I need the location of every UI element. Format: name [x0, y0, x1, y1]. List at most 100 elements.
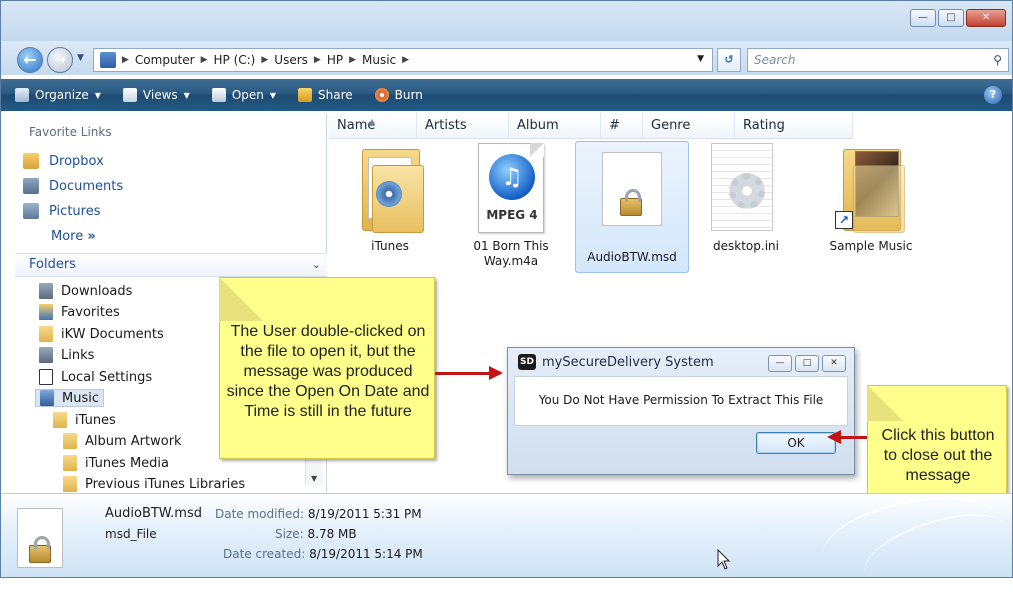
tree-item-local-settings[interactable]: Local Settings — [39, 369, 152, 385]
folders-header[interactable]: Folders ⌄ — [15, 253, 327, 277]
tree-item-itunes-media[interactable]: iTunes Media — [63, 455, 169, 471]
date-modified-label: Date modified: — [215, 507, 305, 521]
callout-right-text: Click this button to close out the messa… — [881, 427, 995, 484]
search-input[interactable]: Search ⚲ — [747, 48, 1009, 72]
dialog-maximize-button[interactable]: □ — [795, 355, 819, 372]
address-dropdown-icon[interactable]: ▼ — [697, 54, 704, 64]
ok-button-label: OK — [787, 436, 805, 450]
music-folder-icon — [40, 390, 54, 406]
column-header-album[interactable]: Album — [509, 113, 601, 139]
tree-item-downloads[interactable]: Downloads — [39, 283, 132, 299]
breadcrumb-separator[interactable]: ▶ — [261, 55, 268, 65]
tree-item-previous-itunes-libraries[interactable]: Previous iTunes Libraries — [63, 476, 245, 492]
dropbox-folder-icon — [23, 153, 39, 169]
column-header-number[interactable]: # — [601, 113, 643, 139]
arrow-head-left-icon — [827, 430, 841, 444]
tree-item-ikw-documents[interactable]: iKW Documents — [39, 326, 164, 342]
dialog-close-button[interactable]: ✕ — [822, 355, 846, 372]
sidebar-item-label: Pictures — [49, 203, 101, 219]
close-button[interactable]: ✕ — [966, 9, 1006, 27]
tree-item-album-artwork[interactable]: Album Artwork — [63, 433, 182, 449]
column-header-genre[interactable]: Genre — [643, 113, 735, 139]
column-headers: Name ▲ Artists Album # Genre Rating — [329, 113, 853, 139]
sidebar-item-documents[interactable]: Documents — [23, 178, 123, 194]
breadcrumb-drive[interactable]: HP (C:) — [214, 53, 256, 67]
views-icon — [122, 88, 137, 102]
more-links[interactable]: More » — [51, 229, 96, 244]
folder-icon — [63, 455, 77, 471]
chevron-down-icon: ▼ — [94, 90, 101, 100]
search-icon[interactable]: ⚲ — [993, 49, 1002, 71]
file-item-audiobtw-msd[interactable]: AudioBTW.msd — [575, 141, 689, 273]
address-bar[interactable]: ▶ Computer ▶ HP (C:) ▶ Users ▶ HP ▶ Musi… — [93, 48, 713, 72]
mpeg4-audio-file-icon: ♫ MPEG 4 — [478, 143, 544, 233]
folder-icon — [53, 412, 67, 428]
tree-item-label: Downloads — [61, 283, 133, 299]
share-label: Share — [318, 88, 353, 102]
organize-button[interactable]: Organize ▼ — [15, 88, 101, 102]
dialog-window-controls: — □ ✕ — [768, 355, 846, 372]
tree-item-links[interactable]: Links — [39, 347, 94, 363]
column-header-label: Rating — [743, 118, 785, 133]
folder-icon — [39, 326, 53, 342]
documents-icon — [23, 178, 39, 194]
breadcrumb-separator[interactable]: ▶ — [201, 55, 208, 65]
more-label: More — [51, 229, 84, 244]
back-button[interactable]: ← — [17, 47, 43, 73]
file-item-desktop-ini[interactable]: desktop.ini — [701, 143, 791, 254]
folder-icon — [63, 433, 77, 449]
itunes-folder-icon — [354, 143, 426, 233]
file-item-label: iTunes — [371, 239, 409, 253]
minimize-button[interactable]: — — [910, 9, 936, 27]
sort-ascending-icon: ▲ — [369, 117, 376, 126]
breadcrumb-music[interactable]: Music — [362, 53, 396, 67]
chevron-down-icon[interactable]: ⌄ — [312, 254, 321, 276]
dialog-minimize-button[interactable]: — — [768, 355, 792, 372]
breadcrumb-separator[interactable]: ▶ — [122, 55, 129, 65]
breadcrumb-hp[interactable]: HP — [327, 53, 343, 67]
file-item-label: 01 Born This Way.m4a — [473, 239, 549, 268]
scroll-down-icon[interactable]: ▼ — [311, 474, 317, 483]
help-icon[interactable]: ? — [984, 86, 1002, 104]
breadcrumb-separator[interactable]: ▶ — [314, 55, 321, 65]
burn-button[interactable]: Burn — [374, 88, 423, 102]
open-label: Open — [231, 88, 264, 102]
shortcut-icon — [39, 369, 53, 385]
file-item-sample-music[interactable]: ↗ Sample Music — [821, 143, 921, 254]
breadcrumb-users[interactable]: Users — [274, 53, 308, 67]
breadcrumb-computer[interactable]: Computer — [135, 53, 195, 67]
burn-disc-icon — [374, 88, 389, 102]
column-header-label: Genre — [651, 118, 691, 133]
breadcrumb-separator[interactable]: ▶ — [349, 55, 356, 65]
title-bar: — □ ✕ — [1, 1, 1012, 41]
file-item-born-this-way[interactable]: ♫ MPEG 4 01 Born This Way.m4a — [463, 143, 559, 269]
tree-item-label: Music — [62, 390, 99, 406]
breadcrumb-separator[interactable]: ▶ — [402, 55, 409, 65]
column-header-rating[interactable]: Rating — [735, 113, 853, 139]
forward-button[interactable]: → — [47, 47, 73, 73]
column-header-artists[interactable]: Artists — [417, 113, 509, 139]
refresh-button[interactable]: ↺ — [717, 48, 741, 72]
share-button[interactable]: Share — [298, 88, 353, 102]
sidebar-item-pictures[interactable]: Pictures — [23, 203, 100, 219]
sidebar-item-dropbox[interactable]: Dropbox — [23, 153, 104, 169]
chevron-down-icon: ▼ — [183, 90, 190, 100]
chevron-down-icon: ▼ — [269, 90, 277, 100]
shortcut-arrow-icon: ↗ — [835, 211, 853, 229]
details-date-created: Date created: 8/19/2011 5:14 PM — [223, 547, 423, 561]
favorites-icon — [39, 304, 53, 320]
dialog-title: mySecureDelivery System — [542, 354, 714, 370]
tree-item-favorites[interactable]: Favorites — [39, 304, 120, 320]
tree-item-music[interactable]: Music — [35, 389, 104, 407]
file-item-itunes[interactable]: iTunes — [345, 143, 435, 254]
column-header-name[interactable]: Name ▲ — [329, 113, 417, 139]
ok-button[interactable]: OK — [756, 432, 836, 454]
dialog-message: You Do Not Have Permission To Extract Th… — [538, 393, 824, 407]
maximize-button[interactable]: □ — [938, 9, 964, 27]
views-button[interactable]: Views ▼ — [122, 88, 190, 102]
tree-item-label: iTunes Media — [85, 455, 170, 471]
tree-item-itunes[interactable]: iTunes — [53, 412, 116, 428]
recent-pages-dropdown[interactable]: ▼ — [77, 53, 84, 63]
padlock-icon — [29, 536, 51, 563]
open-button[interactable]: Open ▼ — [211, 88, 277, 102]
